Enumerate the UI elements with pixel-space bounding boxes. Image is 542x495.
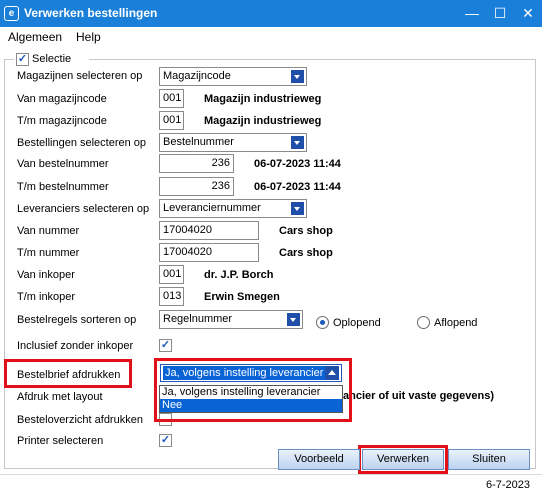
tm-nummer-desc: Cars shop bbox=[279, 247, 333, 259]
voorbeeld-button[interactable]: Voorbeeld bbox=[278, 449, 360, 470]
highlight-bestelbrief-dropdown bbox=[154, 358, 352, 422]
besteloverzicht-afdrukken-label: Besteloverzicht afdrukken bbox=[17, 414, 143, 426]
van-magazijncode-input[interactable]: 001 bbox=[159, 89, 184, 108]
printer-selecteren-checkbox[interactable]: ✓ bbox=[159, 434, 172, 447]
selectie-label: Selectie bbox=[32, 53, 72, 65]
printer-selecteren-label: Printer selecteren bbox=[17, 435, 104, 447]
tm-nummer-label: T/m nummer bbox=[17, 247, 80, 259]
leveranciers-selecteren-select[interactable]: Leveranciernummer bbox=[159, 199, 307, 218]
chevron-down-icon[interactable] bbox=[291, 136, 304, 149]
window-title: Verwerken bestellingen bbox=[24, 6, 158, 20]
bestellingen-selecteren-label: Bestellingen selecteren op bbox=[17, 137, 147, 149]
van-inkoper-desc: dr. J.P. Borch bbox=[204, 269, 274, 281]
sluiten-button[interactable]: Sluiten bbox=[448, 449, 530, 470]
status-date: 6-7-2023 bbox=[485, 479, 530, 491]
tm-bestelnummer-input[interactable]: 236 bbox=[159, 177, 234, 196]
leveranciers-selecteren-label: Leveranciers selecteren op bbox=[17, 203, 150, 215]
tm-magazijncode-input[interactable]: 001 bbox=[159, 111, 184, 130]
close-button[interactable]: ✕ bbox=[518, 3, 538, 23]
van-magazijncode-desc: Magazijn industrieweg bbox=[204, 93, 322, 105]
leveranciers-selecteren-value: Leveranciernummer bbox=[163, 202, 261, 214]
van-bestelnummer-desc: 06-07-2023 11:44 bbox=[254, 158, 341, 170]
inclusief-zonder-inkoper-label: Inclusief zonder inkoper bbox=[17, 340, 134, 352]
van-inkoper-label: Van inkoper bbox=[17, 269, 75, 281]
tm-inkoper-label: T/m inkoper bbox=[17, 291, 76, 303]
tm-inkoper-input[interactable]: 013 bbox=[159, 287, 184, 306]
tm-bestelnummer-label: T/m bestelnummer bbox=[17, 181, 109, 193]
aflopend-radio[interactable] bbox=[417, 316, 430, 329]
title-bar: e Verwerken bestellingen — ☐ ✕ bbox=[0, 0, 542, 27]
chevron-down-icon[interactable] bbox=[291, 202, 304, 215]
van-inkoper-input[interactable]: 001 bbox=[159, 265, 184, 284]
bestellingen-selecteren-value: Bestelnummer bbox=[163, 136, 234, 148]
magazijnen-selecteren-label: Magazijnen selecteren op bbox=[17, 70, 143, 82]
menu-help[interactable]: Help bbox=[76, 30, 101, 44]
van-bestelnummer-label: Van bestelnummer bbox=[17, 158, 109, 170]
tm-magazijncode-desc: Magazijn industrieweg bbox=[204, 115, 322, 127]
tm-inkoper-desc: Erwin Smegen bbox=[204, 291, 280, 303]
afdruk-met-layout-label: Afdruk met layout bbox=[17, 391, 103, 403]
tm-magazijncode-label: T/m magazijncode bbox=[17, 115, 107, 127]
verwerken-button[interactable]: Verwerken bbox=[362, 449, 444, 470]
maximize-button[interactable]: ☐ bbox=[490, 3, 510, 23]
chevron-down-icon[interactable] bbox=[291, 70, 304, 83]
oplopend-label: Oplopend bbox=[333, 317, 381, 329]
aflopend-label: Aflopend bbox=[434, 317, 478, 329]
minimize-button[interactable]: — bbox=[462, 3, 482, 23]
highlight-bestelbrief-label bbox=[4, 359, 132, 388]
magazijnen-selecteren-select[interactable]: Magazijncode bbox=[159, 67, 307, 86]
van-nummer-input[interactable]: 17004020 bbox=[159, 221, 259, 240]
bestelregels-sorteren-value: Regelnummer bbox=[163, 313, 233, 325]
oplopend-radio[interactable] bbox=[316, 316, 329, 329]
van-nummer-label: Van nummer bbox=[17, 225, 80, 237]
chevron-down-icon[interactable] bbox=[287, 313, 300, 326]
van-magazijncode-label: Van magazijncode bbox=[17, 93, 107, 105]
bestelregels-sorteren-label: Bestelregels sorteren op bbox=[17, 314, 137, 326]
tm-bestelnummer-desc: 06-07-2023 11:44 bbox=[254, 181, 341, 193]
status-bar: 6-7-2023 bbox=[0, 474, 542, 495]
magazijnen-selecteren-value: Magazijncode bbox=[163, 70, 231, 82]
afdruk-met-layout-desc: ancier of uit vaste gegevens) bbox=[343, 390, 494, 402]
van-bestelnummer-input[interactable]: 236 bbox=[159, 154, 234, 173]
app-icon: e bbox=[4, 6, 19, 21]
menu-bar: Algemeen Help bbox=[0, 27, 542, 46]
menu-algemeen[interactable]: Algemeen bbox=[8, 30, 62, 44]
inclusief-zonder-inkoper-checkbox[interactable]: ✓ bbox=[159, 339, 172, 352]
selectie-checkbox[interactable]: ✓ bbox=[16, 53, 29, 66]
bestelregels-sorteren-select[interactable]: Regelnummer bbox=[159, 310, 303, 329]
van-nummer-desc: Cars shop bbox=[279, 225, 333, 237]
tm-nummer-input[interactable]: 17004020 bbox=[159, 243, 259, 262]
bestellingen-selecteren-select[interactable]: Bestelnummer bbox=[159, 133, 307, 152]
